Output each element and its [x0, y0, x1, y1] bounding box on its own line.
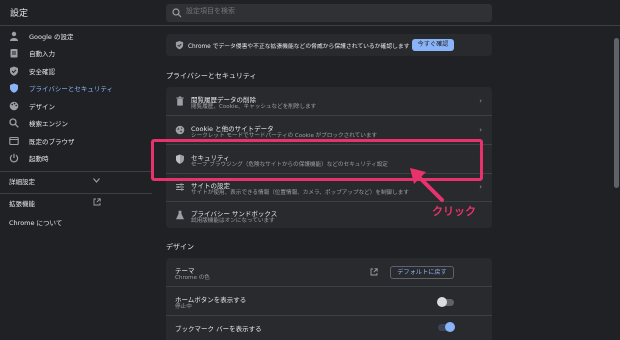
sidebar-item-google[interactable]: Google の設定: [0, 28, 152, 44]
check-now-button[interactable]: 今すぐ確認: [412, 39, 454, 51]
home-button-toggle[interactable]: [437, 297, 454, 307]
row-subtitle: 停止中: [175, 304, 192, 310]
row-subtitle: 閲覧履歴、Cookie、キャッシュなどを削除します: [191, 104, 317, 110]
row-subtitle: Chrome の色: [175, 275, 210, 281]
scrollbar-thumb[interactable]: [614, 38, 619, 188]
sidebar-item-label: 安全確認: [29, 68, 55, 76]
search-icon: [172, 8, 182, 18]
power-icon: [9, 153, 19, 163]
sidebar-item-label: 検索エンジン: [29, 120, 68, 128]
design-card: テーマ Chrome の色 デフォルトに戻す ホームボタンを表示する 停止中 ブ…: [166, 258, 492, 340]
open-in-new-icon: [93, 198, 101, 206]
design-row-home-button[interactable]: ホームボタンを表示する 停止中: [166, 287, 492, 315]
row-title: ブックマーク バーを表示する: [175, 325, 262, 333]
sidebar-item-label: 詳細設定: [9, 178, 35, 186]
search-input[interactable]: [186, 7, 476, 15]
sidebar-item-label: 既定のブラウザ: [29, 138, 75, 146]
toggle-knob: [445, 322, 455, 332]
sidebar-item-label: 起動時: [29, 155, 49, 163]
shield-icon: [10, 83, 18, 93]
chevron-right-icon: ›: [479, 97, 482, 105]
sidebar-item-label: 拡張機能: [9, 200, 35, 208]
sliders-icon: [176, 183, 184, 191]
browser-icon: [9, 136, 19, 146]
shield-check-icon: [10, 66, 18, 76]
chevron-down-icon: [93, 178, 100, 183]
sidebar-item-advanced[interactable]: 詳細設定: [0, 173, 152, 189]
sidebar-divider: [0, 193, 152, 194]
sidebar-item-label: 自動入力: [29, 50, 55, 58]
clipboard-icon: [10, 49, 18, 58]
top-bar: 設定: [0, 0, 620, 26]
design-row-bookmarks-bar[interactable]: ブックマーク バーを表示する: [166, 316, 492, 340]
sidebar-item-extensions[interactable]: 拡張機能: [0, 195, 152, 211]
palette-icon: [9, 101, 19, 111]
sidebar-item-default-browser[interactable]: 既定のブラウザ: [0, 133, 152, 149]
design-row-theme[interactable]: テーマ Chrome の色 デフォルトに戻す: [166, 258, 492, 286]
safety-check-card: Chrome でデータ侵害や不正な拡張機能などの脅威から保護されているか確認しま…: [166, 34, 492, 56]
trash-icon: [176, 96, 184, 106]
row-subtitle: シークレット モードでサードパーティの Cookie がブロックされています: [191, 133, 378, 139]
sidebar-item-autofill[interactable]: 自動入力: [0, 45, 152, 61]
sidebar-item-label: Chrome について: [9, 219, 63, 227]
sidebar-item-design[interactable]: デザイン: [0, 98, 152, 114]
open-in-new-icon[interactable]: [370, 268, 378, 276]
sidebar-item-search-engine[interactable]: 検索エンジン: [0, 115, 152, 131]
design-section-title: デザイン: [166, 243, 194, 251]
arrow-pointer-icon: [410, 168, 444, 202]
click-annotation-label: クリック: [432, 205, 476, 218]
sidebar-item-label: プライバシーとセキュリティ: [29, 85, 113, 93]
row-subtitle: サイトが使用、表示できる情報（位置情報、カメラ、ポップアップなど）を制御します: [191, 190, 409, 196]
sidebar-divider: [0, 171, 152, 172]
sidebar-item-on-startup[interactable]: 起動時: [0, 150, 152, 166]
cookie-icon: [175, 125, 185, 135]
sidebar-item-label: デザイン: [29, 103, 55, 111]
privacy-row-clear-data[interactable]: 閲覧履歴データの削除 閲覧履歴、Cookie、キャッシュなどを削除します ›: [166, 87, 492, 115]
chevron-right-icon: ›: [479, 183, 482, 191]
sidebar-item-about[interactable]: Chrome について: [0, 214, 152, 230]
person-icon: [10, 31, 18, 41]
search-icon: [9, 118, 19, 128]
page-title: 設定: [10, 9, 29, 19]
safety-check-text: Chrome でデータ侵害や不正な拡張機能などの脅威から保護されているか確認しま…: [188, 44, 410, 50]
chevron-right-icon: ›: [479, 126, 482, 134]
bookmarks-bar-toggle[interactable]: [438, 322, 455, 332]
reset-theme-button[interactable]: デフォルトに戻す: [390, 266, 454, 279]
flask-icon: [176, 210, 184, 220]
sidebar-item-safety-check[interactable]: 安全確認: [0, 63, 152, 79]
search-box[interactable]: [166, 4, 492, 22]
toggle-knob: [437, 297, 447, 307]
sidebar: Google の設定 自動入力 安全確認 プライバシーとセキュリティ デザイン …: [0, 26, 152, 340]
privacy-section-title: プライバシーとセキュリティ: [166, 72, 257, 80]
row-subtitle: 試用版機能はオンになっています: [191, 218, 275, 224]
sidebar-item-privacy[interactable]: プライバシーとセキュリティ: [0, 80, 152, 96]
shield-check-icon: [175, 40, 184, 50]
sidebar-item-label: Google の設定: [29, 33, 74, 41]
